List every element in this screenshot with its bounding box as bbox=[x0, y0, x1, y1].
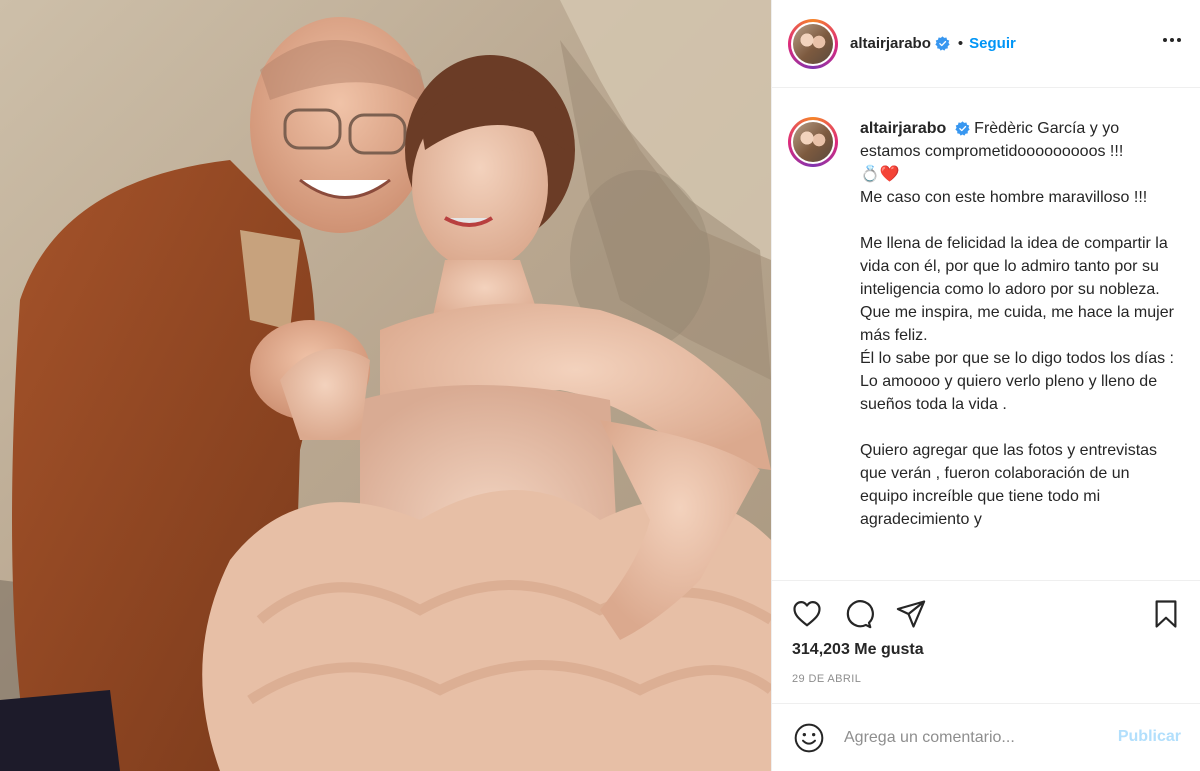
caption-line-0: altairjarabo Frèdèric García y yo estamo… bbox=[860, 117, 1180, 163]
header-username[interactable]: altairjarabo bbox=[850, 35, 931, 52]
header-separator: • bbox=[957, 35, 964, 52]
post-details-panel: altairjarabo • Seguir altairjarabo Frèdè… bbox=[771, 0, 1200, 771]
post-photo[interactable] bbox=[0, 0, 771, 771]
comment-bubble-icon[interactable] bbox=[842, 597, 876, 631]
verified-badge-icon bbox=[935, 36, 950, 51]
publish-button[interactable]: Publicar bbox=[1118, 728, 1181, 746]
save-bookmark-icon[interactable] bbox=[1149, 597, 1183, 631]
caption-username[interactable]: altairjarabo bbox=[860, 120, 946, 137]
caption-line-7: Quiero agregar que las fotos y entrevist… bbox=[860, 442, 1158, 528]
share-paper-plane-icon[interactable] bbox=[894, 597, 928, 631]
caption-avatar-image bbox=[793, 122, 833, 162]
avatar[interactable] bbox=[788, 18, 838, 69]
couple-photo-illustration bbox=[0, 0, 771, 771]
add-comment-section: Publicar bbox=[772, 703, 1200, 771]
caption-blank-line bbox=[860, 416, 1180, 439]
comment-input[interactable] bbox=[844, 729, 1094, 747]
post-header: altairjarabo • Seguir bbox=[772, 0, 1200, 88]
caption-avatar[interactable] bbox=[788, 117, 838, 167]
avatar-image bbox=[793, 23, 833, 64]
more-options-icon[interactable] bbox=[1163, 34, 1181, 46]
likes-count[interactable]: 314,203 Me gusta bbox=[792, 641, 924, 659]
emoji-smiley-icon[interactable] bbox=[792, 721, 826, 755]
caption-line-2: Me caso con este hombre maravilloso !!! bbox=[860, 189, 1148, 206]
post-date[interactable]: 29 DE ABRIL bbox=[792, 673, 861, 685]
follow-button[interactable]: Seguir bbox=[969, 35, 1016, 52]
caption-comment: altairjarabo Frèdèric García y yo estamo… bbox=[788, 117, 1185, 531]
caption-text: altairjarabo Frèdèric García y yo estamo… bbox=[860, 117, 1180, 531]
caption-line-4: Me llena de felicidad la idea de compart… bbox=[860, 235, 1174, 344]
likes-number: 314,203 bbox=[792, 641, 850, 658]
likes-label: Me gusta bbox=[854, 641, 924, 658]
caption-emoji-line: 💍❤️ bbox=[860, 166, 900, 183]
post-actions: 314,203 Me gusta 29 DE ABRIL Publicar bbox=[772, 580, 1200, 771]
caption-verified-badge-icon bbox=[955, 121, 970, 136]
caption-line-5: Él lo sabe por que se lo digo todos los … bbox=[860, 350, 1174, 413]
caption-area[interactable]: altairjarabo Frèdèric García y yo estamo… bbox=[772, 88, 1200, 580]
caption-blank-line bbox=[860, 209, 1180, 232]
like-heart-icon[interactable] bbox=[790, 597, 824, 631]
